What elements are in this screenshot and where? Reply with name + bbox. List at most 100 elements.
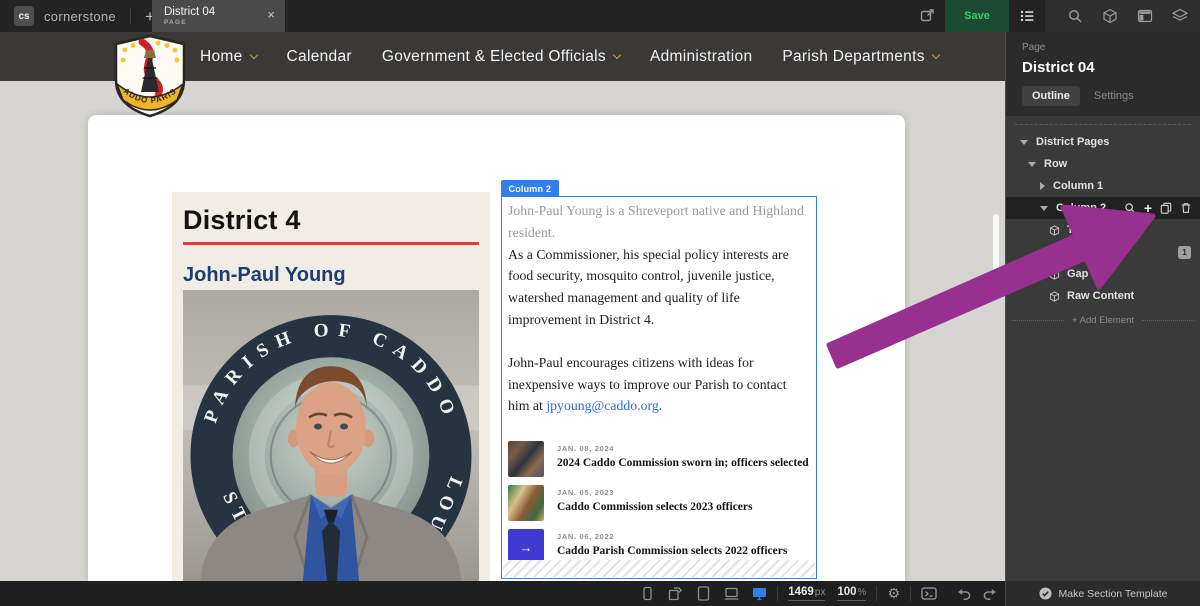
preview-external-button[interactable] xyxy=(909,0,945,32)
zoom-control[interactable]: 100 % xyxy=(837,586,866,601)
dotted-line xyxy=(1012,320,1064,321)
document-tab[interactable]: District 04 PAGE × xyxy=(152,0,285,32)
code-panel-button[interactable] xyxy=(921,586,937,601)
redo-icon xyxy=(982,586,997,601)
layers-icon xyxy=(1172,8,1188,24)
caret-down-icon[interactable] xyxy=(1040,206,1048,211)
post-thumbnail xyxy=(508,441,544,477)
preview-scrollbar-thumb[interactable] xyxy=(993,214,999,272)
external-link-icon xyxy=(919,8,935,24)
intro-text: John-Paul Young is a Shreveport native a… xyxy=(508,200,809,244)
tree-item-posts[interactable]: Posts 1 xyxy=(1006,241,1200,263)
post-title: Caddo Commission selects 2023 officers xyxy=(557,501,752,513)
post-title: 2024 Caddo Commission sworn in; officers… xyxy=(557,457,809,469)
tree-item-column-2[interactable]: Column 2 + xyxy=(1006,197,1200,219)
selection-label: Column 2 xyxy=(501,180,560,197)
tree-item-district-pages[interactable]: District Pages xyxy=(1006,131,1200,153)
add-element-button[interactable]: + Add Element xyxy=(1012,315,1194,326)
redo-button[interactable] xyxy=(982,586,997,601)
elements-button[interactable] xyxy=(1092,0,1127,32)
editor-topbar: cs cornerstone + District 04 PAGE × Save xyxy=(0,0,1200,32)
topbar-tools xyxy=(1045,0,1200,32)
delete-icon[interactable] xyxy=(1180,202,1192,214)
nav-item-home[interactable]: Home xyxy=(200,48,257,66)
search-button[interactable] xyxy=(1057,0,1092,32)
zoom-unit: % xyxy=(858,587,867,598)
layout-icon xyxy=(1137,8,1153,24)
post-date: JAN. 05, 2023 xyxy=(557,488,752,497)
tree-label: Gap xyxy=(1067,268,1088,280)
tab-type-label: PAGE xyxy=(164,19,215,26)
post-item[interactable]: JAN. 05, 2023 Caddo Commission selects 2… xyxy=(508,485,809,521)
outline-list-icon xyxy=(1019,8,1035,24)
caret-down-icon[interactable] xyxy=(1020,140,1028,145)
divider xyxy=(130,8,131,24)
tab-outline[interactable]: Outline xyxy=(1022,86,1080,106)
nav-item-administration[interactable]: Administration xyxy=(650,48,752,66)
code-panel-icon xyxy=(921,586,937,601)
tab-close-icon[interactable]: × xyxy=(267,7,275,22)
duplicate-icon[interactable] xyxy=(1160,202,1172,214)
caret-right-icon[interactable] xyxy=(1040,182,1045,190)
tab-title: District 04 xyxy=(164,6,215,18)
undo-button[interactable] xyxy=(957,586,972,601)
device-phone-button[interactable] xyxy=(640,586,655,601)
gear-icon: ⚙ xyxy=(887,587,900,601)
settings-button[interactable]: ⚙ xyxy=(887,587,900,601)
app-window: cs cornerstone + District 04 PAGE × Save xyxy=(0,0,1200,606)
brand-name: cornerstone xyxy=(44,9,116,24)
inspect-icon[interactable] xyxy=(1124,202,1136,214)
tree-item-raw-content[interactable]: Raw Content xyxy=(1006,285,1200,307)
contact-suffix: . xyxy=(659,398,662,413)
tree-label: Row xyxy=(1044,158,1067,170)
count-badge: 1 xyxy=(1178,246,1191,259)
commissioner-name: John-Paul Young xyxy=(183,264,479,287)
viewport-width-control[interactable]: 1469 px xyxy=(788,586,825,601)
outline-panel-button[interactable] xyxy=(1009,0,1045,32)
caret-right-icon[interactable] xyxy=(1049,248,1054,256)
device-rotate-button[interactable] xyxy=(668,586,683,601)
nav-item-calendar[interactable]: Calendar xyxy=(287,48,352,66)
viewport-controls: 1469 px 100 % xyxy=(788,586,866,601)
post-item[interactable]: JAN. 08, 2024 2024 Caddo Commission swor… xyxy=(508,441,809,477)
tree-item-row[interactable]: Row xyxy=(1006,153,1200,175)
red-divider xyxy=(183,242,479,245)
nav-item-parish-departments[interactable]: Parish Departments xyxy=(782,48,938,66)
tree-label: Raw Content xyxy=(1067,290,1134,302)
tab-settings[interactable]: Settings xyxy=(1094,90,1134,102)
templates-button[interactable] xyxy=(1128,0,1163,32)
column-2-selected[interactable]: Column 2 John-Paul Young is a Shreveport… xyxy=(501,196,817,579)
element-cube-icon xyxy=(1049,291,1060,302)
topbar-right: Save xyxy=(909,0,1200,32)
tree-label: District Pages xyxy=(1036,136,1109,148)
outline-tree: District Pages Row Column 1 Column 2 + xyxy=(1006,131,1200,326)
caret-down-icon[interactable] xyxy=(1028,162,1036,167)
device-laptop-button[interactable] xyxy=(724,586,739,601)
device-desktop-button[interactable] xyxy=(752,586,767,601)
element-cube-icon xyxy=(1049,225,1060,236)
dotted-line xyxy=(1142,320,1194,321)
email-link[interactable]: jpyoung@caddo.org xyxy=(546,398,658,413)
column-1[interactable]: District 4 John-Paul Young xyxy=(172,192,490,581)
tree-label: Column 2 xyxy=(1056,202,1106,214)
rotate-device-icon xyxy=(668,586,683,601)
site-preview: Home Calendar Government & Elected Offic… xyxy=(0,32,1005,581)
nav-item-government[interactable]: Government & Elected Officials xyxy=(382,48,620,66)
add-element-icon[interactable]: + xyxy=(1144,201,1152,215)
cube-icon xyxy=(1102,8,1118,24)
tree-item-text[interactable]: Text xyxy=(1006,219,1200,241)
make-section-template-button[interactable]: Make Section Template xyxy=(1005,581,1200,606)
post-date: JAN. 06, 2022 xyxy=(557,532,787,541)
tree-item-gap[interactable]: Gap xyxy=(1006,263,1200,285)
add-element-label: + Add Element xyxy=(1072,315,1134,326)
chevron-down-icon xyxy=(613,50,621,58)
undo-icon xyxy=(957,586,972,601)
caddo-parish-logo[interactable]: 1838 CADDO PARISH xyxy=(110,34,190,118)
element-cube-icon xyxy=(1049,269,1060,280)
layers-button[interactable] xyxy=(1163,0,1198,32)
device-tablet-button[interactable] xyxy=(696,586,711,601)
commissioner-photo: PARISH OF CADDO STATE LOUISIANA xyxy=(183,290,479,581)
brand-abbr: cs xyxy=(18,11,29,22)
tree-item-column-1[interactable]: Column 1 xyxy=(1006,175,1200,197)
save-button[interactable]: Save xyxy=(945,0,1009,32)
